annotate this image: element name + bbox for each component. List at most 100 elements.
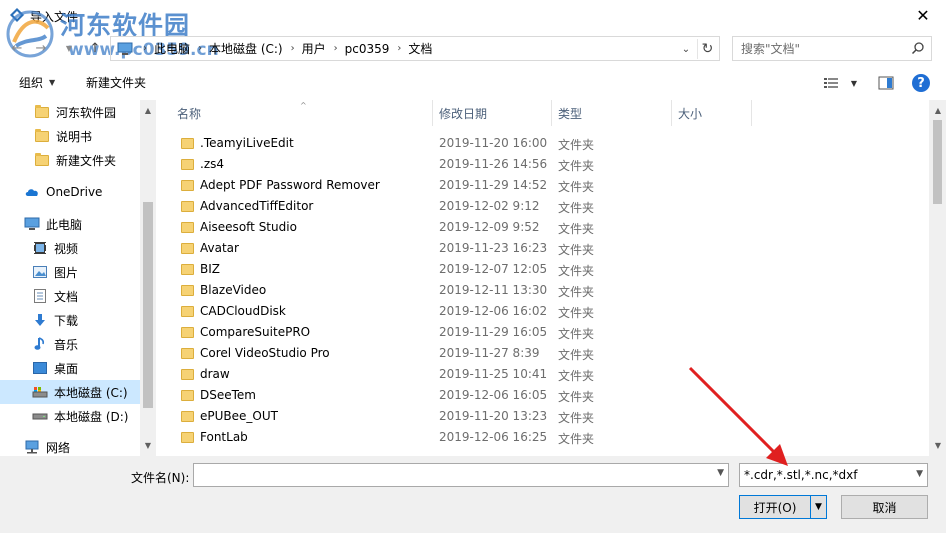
network-icon: [24, 439, 40, 455]
search-icon[interactable]: [911, 41, 925, 55]
column-header-label: 名称: [177, 106, 202, 121]
sidebar-item-documents[interactable]: 文档: [0, 284, 140, 308]
file-date: 2019-11-26 14:56: [439, 157, 548, 171]
list-item[interactable]: CADCloudDisk 2019-12-06 16:02 文件夹: [175, 301, 775, 322]
column-header-type[interactable]: 类型: [552, 100, 672, 126]
list-item[interactable]: FontLab 2019-12-06 16:25 文件夹: [175, 427, 775, 448]
sidebar-item-label: 音乐: [54, 337, 79, 352]
list-item[interactable]: .TeamyiLiveEdit 2019-11-20 16:00 文件夹: [175, 133, 775, 154]
sidebar-item-new-folder[interactable]: 新建文件夹: [0, 148, 140, 172]
navigation-row: ← → ▼ ↑ › 此电脑 › 本地磁盘 (C:) › 用户 › pc0359 …: [0, 34, 946, 62]
file-name: Corel VideoStudio Pro: [200, 346, 330, 360]
view-options-button[interactable]: [822, 74, 840, 92]
navigation-scrollbar-thumb[interactable]: [143, 202, 153, 408]
breadcrumb-user[interactable]: pc0359: [345, 42, 390, 56]
list-item[interactable]: CompareSuitePRO 2019-11-29 16:05 文件夹: [175, 322, 775, 343]
address-bar[interactable]: › 此电脑 › 本地磁盘 (C:) › 用户 › pc0359 › 文档 ⌄ ↻: [110, 36, 720, 61]
open-button[interactable]: 打开(O) ▼: [739, 495, 827, 519]
sidebar-item-drive-d[interactable]: 本地磁盘 (D:): [0, 404, 140, 428]
file-type: 文件夹: [558, 306, 595, 320]
list-item[interactable]: BlazeVideo 2019-12-11 13:30 文件夹: [175, 280, 775, 301]
file-name: AdvancedTiffEditor: [200, 199, 314, 213]
breadcrumb-users[interactable]: 用户: [302, 40, 326, 57]
refresh-icon[interactable]: ↻: [697, 39, 717, 59]
up-button[interactable]: ↑: [84, 37, 106, 59]
sidebar-item-music[interactable]: 音乐: [0, 332, 140, 356]
sidebar-item-onedrive[interactable]: OneDrive: [0, 180, 140, 204]
file-name: ePUBee_OUT: [200, 409, 278, 423]
view-menu-button[interactable]: ▼: [845, 74, 863, 92]
folder-icon: [181, 306, 194, 317]
scroll-down-icon[interactable]: ▼: [140, 437, 156, 453]
organize-label: 组织: [19, 76, 44, 90]
sidebar-item-downloads[interactable]: 下载: [0, 308, 140, 332]
list-item[interactable]: ePUBee_OUT 2019-11-20 13:23 文件夹: [175, 406, 775, 427]
preview-pane-icon: [878, 76, 894, 90]
sidebar-item-desktop[interactable]: 桌面: [0, 356, 140, 380]
sidebar-item-network[interactable]: 网络: [0, 435, 140, 456]
recent-locations-button[interactable]: ▼: [58, 37, 80, 59]
breadcrumb-drive-c[interactable]: 本地磁盘 (C:): [209, 40, 283, 57]
chevron-down-icon[interactable]: ⌄: [677, 40, 695, 58]
organize-button[interactable]: 组织 ▼: [19, 74, 55, 91]
file-name: CADCloudDisk: [200, 304, 286, 318]
music-icon: [32, 336, 48, 352]
new-folder-button[interactable]: 新建文件夹: [86, 74, 146, 91]
breadcrumb-documents[interactable]: 文档: [408, 40, 432, 57]
sidebar-item-videos[interactable]: 视频: [0, 236, 140, 260]
scroll-up-icon[interactable]: ▲: [140, 102, 156, 118]
close-button[interactable]: ✕: [900, 0, 946, 30]
sidebar-item-pictures[interactable]: 图片: [0, 260, 140, 284]
breadcrumb-separator-icon: ›: [333, 43, 338, 54]
folder-icon: [181, 243, 194, 254]
back-arrow-icon: ←: [11, 40, 23, 56]
column-header-date[interactable]: 修改日期: [433, 100, 552, 126]
list-item[interactable]: .zs4 2019-11-26 14:56 文件夹: [175, 154, 775, 175]
sidebar-item-manual[interactable]: 说明书: [0, 124, 140, 148]
open-split-dropdown[interactable]: ▼: [810, 496, 826, 518]
sidebar-item-label: 下载: [54, 313, 79, 328]
close-icon: ✕: [916, 5, 930, 25]
column-header-size[interactable]: 大小: [672, 100, 752, 126]
title-bar: 导入文件 ✕: [0, 0, 946, 32]
sidebar-item-label: 图片: [54, 265, 79, 280]
forward-button[interactable]: →: [30, 37, 52, 59]
chevron-down-icon[interactable]: ▼: [717, 468, 724, 478]
file-list-scrollbar-thumb[interactable]: [933, 120, 942, 204]
file-type: 文件夹: [558, 222, 595, 236]
dialog-footer: 文件名(N): ▼ *.cdr,*.stl,*.nc,*dxf ▼ 打开(O) …: [0, 456, 946, 533]
file-type-filter[interactable]: *.cdr,*.stl,*.nc,*dxf ▼: [739, 463, 928, 487]
column-header-label: 大小: [678, 106, 703, 121]
preview-pane-button[interactable]: [877, 74, 895, 92]
list-item[interactable]: BIZ 2019-12-07 12:05 文件夹: [175, 259, 775, 280]
list-item[interactable]: draw 2019-11-25 10:41 文件夹: [175, 364, 775, 385]
list-item[interactable]: Avatar 2019-11-23 16:23 文件夹: [175, 238, 775, 259]
file-type: 文件夹: [558, 348, 595, 362]
navigation-pane: 河东软件园 说明书 新建文件夹 OneDrive 此电脑 视频 图片 文档 下载…: [0, 100, 156, 456]
breadcrumb-separator-icon: ›: [397, 43, 402, 54]
list-item[interactable]: Aiseesoft Studio 2019-12-09 9:52 文件夹: [175, 217, 775, 238]
picture-icon: [32, 264, 48, 280]
back-button[interactable]: ←: [6, 37, 28, 59]
list-item[interactable]: AdvancedTiffEditor 2019-12-02 9:12 文件夹: [175, 196, 775, 217]
search-input[interactable]: 搜索"文档": [732, 36, 932, 61]
chevron-down-icon: ▼: [850, 78, 858, 88]
sidebar-item-hedong[interactable]: 河东软件园: [0, 100, 140, 124]
column-header-label: 修改日期: [439, 106, 488, 121]
breadcrumb-this-pc[interactable]: 此电脑: [154, 40, 190, 57]
scroll-down-icon[interactable]: ▼: [930, 437, 946, 453]
sort-ascending-icon: ^: [300, 101, 307, 110]
sidebar-item-this-pc[interactable]: 此电脑: [0, 212, 140, 236]
list-item[interactable]: Corel VideoStudio Pro 2019-11-27 8:39 文件…: [175, 343, 775, 364]
scroll-up-icon[interactable]: ▲: [930, 102, 946, 118]
folder-icon: [181, 327, 194, 338]
help-button[interactable]: ?: [912, 74, 930, 92]
cancel-button[interactable]: 取消: [841, 495, 928, 519]
file-type: 文件夹: [558, 243, 595, 257]
sidebar-item-drive-c[interactable]: 本地磁盘 (C:): [0, 380, 140, 404]
folder-icon: [34, 128, 50, 144]
list-item[interactable]: DSeeTem 2019-12-06 16:05 文件夹: [175, 385, 775, 406]
list-item[interactable]: Adept PDF Password Remover 2019-11-29 14…: [175, 175, 775, 196]
filename-field[interactable]: ▼: [193, 463, 729, 487]
file-name: .TeamyiLiveEdit: [200, 136, 294, 150]
